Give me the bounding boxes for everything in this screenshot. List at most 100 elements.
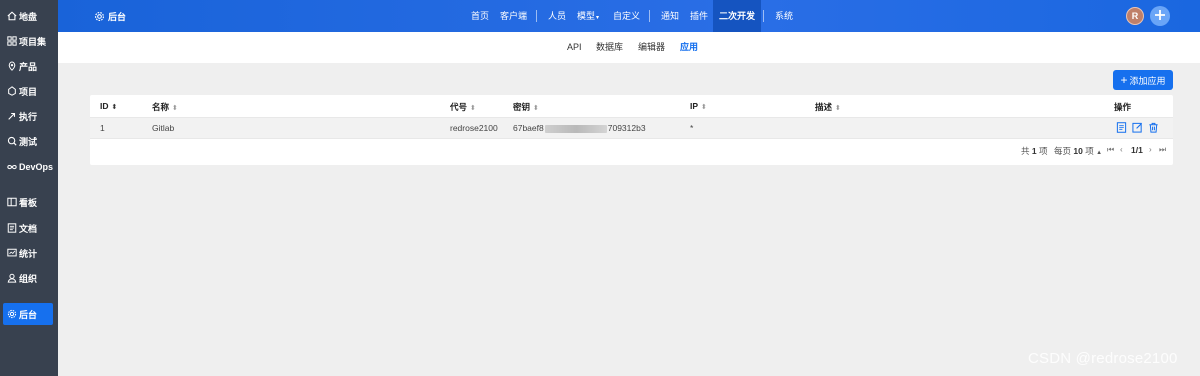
test-icon xyxy=(6,136,17,147)
sidebar-item-label: DevOps xyxy=(19,162,54,172)
column-header-key[interactable]: 密钥 ⬍ xyxy=(513,101,539,113)
cell-key: 67baef8 709312b3 xyxy=(513,123,646,133)
sidebar-item-label: 项目集 xyxy=(19,36,47,47)
sidebar-item-org[interactable]: 组织 xyxy=(0,267,58,289)
project-icon xyxy=(6,86,17,97)
column-header-code[interactable]: 代号 ⬍ xyxy=(450,101,476,113)
sidebar-item-admin[interactable]: 后台 xyxy=(3,303,53,325)
column-header-desc[interactable]: 描述 ⬍ xyxy=(815,101,841,113)
nav-custom[interactable]: 自定义 xyxy=(613,0,640,32)
sort-icon: ⬍ xyxy=(835,105,841,112)
sidebar: 地盘 项目集 产品 项目 执行 测试 DevOps 看板 文档 统计 组织 后台 xyxy=(0,0,58,376)
sidebar-item-label: 文档 xyxy=(19,223,38,234)
sort-icon: ⬍ xyxy=(701,104,707,111)
nav-plugin[interactable]: 插件 xyxy=(690,0,708,32)
cell-code: redrose2100 xyxy=(450,123,498,133)
sort-icon: ⬍ xyxy=(470,105,476,112)
sidebar-item-label: 看板 xyxy=(19,197,38,208)
pager-text: 共 xyxy=(1021,146,1030,156)
column-header-ip[interactable]: IP ⬍ xyxy=(690,101,707,111)
column-header-actions: 操作 xyxy=(1114,102,1132,112)
gear-icon xyxy=(94,11,105,22)
view-doc-icon[interactable] xyxy=(1116,122,1127,133)
delete-icon[interactable] xyxy=(1148,122,1159,133)
nav-secondary-dev[interactable]: 二次开发 xyxy=(713,0,762,32)
sidebar-item-label: 产品 xyxy=(19,61,38,72)
nav-divider xyxy=(763,10,764,22)
app-table: ID ⬍ 名称 ⬍ 代号 ⬍ 密钥 ⬍ IP ⬍ 描述 ⬍ 操作 1 Gitlab redr… xyxy=(90,95,1173,165)
gear-icon xyxy=(6,309,17,320)
prev-page-icon[interactable]: ‹ xyxy=(1120,145,1123,154)
plus-icon xyxy=(1154,9,1166,23)
column-header-id[interactable]: ID ⬍ xyxy=(100,101,117,111)
tab-api[interactable]: API xyxy=(567,32,582,63)
cell-id: 1 xyxy=(100,123,105,133)
pager-total-count: 1 xyxy=(1031,146,1037,156)
sort-icon: ⬍ xyxy=(533,105,539,112)
caret-up-icon: ▲ xyxy=(1096,150,1103,156)
first-page-icon[interactable]: ⏮ xyxy=(1107,145,1114,155)
add-app-label: 添加应用 xyxy=(1129,75,1166,86)
last-page-icon[interactable]: ⏭ xyxy=(1159,145,1166,155)
sub-navbar: API 数据库 编辑器 应用 xyxy=(58,32,1200,63)
sidebar-item-label: 地盘 xyxy=(19,11,38,22)
doc-icon xyxy=(6,223,17,234)
run-icon xyxy=(6,111,17,122)
nav-system[interactable]: 系统 xyxy=(775,0,793,32)
next-page-icon[interactable]: › xyxy=(1149,145,1152,154)
redacted-key xyxy=(544,124,607,133)
nav-divider xyxy=(536,10,537,22)
nav-people[interactable]: 人员 xyxy=(548,0,566,32)
sidebar-item-test[interactable]: 测试 xyxy=(0,130,58,152)
sidebar-item-product[interactable]: 产品 xyxy=(0,55,58,77)
tab-app[interactable]: 应用 xyxy=(680,32,698,63)
quick-add-button[interactable] xyxy=(1150,6,1170,26)
sort-icon: ⬍ xyxy=(172,105,178,112)
pager-total: 共 1 项 xyxy=(1021,145,1048,157)
chevron-down-icon: ▾ xyxy=(596,15,600,21)
nav-home[interactable]: 首页 xyxy=(471,0,489,32)
sidebar-item-devops[interactable]: DevOps xyxy=(0,156,58,178)
watermark: CSDN @redrose2100 xyxy=(1028,350,1178,367)
key-suffix: 709312b3 xyxy=(607,123,646,133)
key-prefix: 67baef8 xyxy=(513,123,544,133)
top-navbar: 后台 首页 客户端 人员 模型▾ 自定义 通知 插件 二次开发 系统 R xyxy=(58,0,1200,32)
nav-divider xyxy=(649,10,650,22)
sidebar-item-label: 统计 xyxy=(19,248,38,259)
column-label: 代号 xyxy=(450,102,468,112)
sidebar-item-doc[interactable]: 文档 xyxy=(0,217,58,239)
pager-text: 每页 xyxy=(1054,146,1072,156)
column-label: 密钥 xyxy=(513,102,531,112)
add-app-button[interactable]: + 添加应用 xyxy=(1113,70,1173,90)
user-icon xyxy=(6,273,17,284)
tab-database[interactable]: 数据库 xyxy=(596,32,623,63)
edit-icon[interactable] xyxy=(1132,122,1143,133)
sidebar-item-stats[interactable]: 统计 xyxy=(0,242,58,264)
home-icon xyxy=(6,11,17,22)
nav-notify[interactable]: 通知 xyxy=(661,0,679,32)
column-header-name[interactable]: 名称 ⬍ xyxy=(152,101,178,113)
sidebar-item-kanban[interactable]: 看板 xyxy=(0,191,58,213)
sidebar-item-project[interactable]: 项目 xyxy=(0,80,58,102)
nav-model-label: 模型 xyxy=(577,11,596,21)
nav-client[interactable]: 客户端 xyxy=(500,0,527,32)
cell-name: Gitlab xyxy=(152,123,175,133)
column-label: 名称 xyxy=(152,102,170,112)
page-indicator: 1/1 xyxy=(1131,145,1143,155)
sidebar-item-execution[interactable]: 执行 xyxy=(0,105,58,127)
brand-label: 后台 xyxy=(108,11,127,22)
sidebar-item-program[interactable]: 项目集 xyxy=(0,30,58,52)
admin-brand[interactable]: 后台 xyxy=(94,0,126,32)
avatar[interactable]: R xyxy=(1126,7,1144,25)
sidebar-item-label: 组织 xyxy=(19,273,38,284)
column-label: 描述 xyxy=(815,102,833,112)
tab-editor[interactable]: 编辑器 xyxy=(638,32,665,63)
nav-model[interactable]: 模型▾ xyxy=(577,0,599,32)
chart-icon xyxy=(6,248,17,259)
product-icon xyxy=(6,61,17,72)
sidebar-item-dipan[interactable]: 地盘 xyxy=(0,5,58,27)
sort-icon: ⬍ xyxy=(111,104,118,111)
sidebar-item-label: 后台 xyxy=(19,309,38,320)
pager-per-page[interactable]: 每页 10 项 ▲ xyxy=(1054,145,1102,157)
board-icon xyxy=(6,197,17,208)
